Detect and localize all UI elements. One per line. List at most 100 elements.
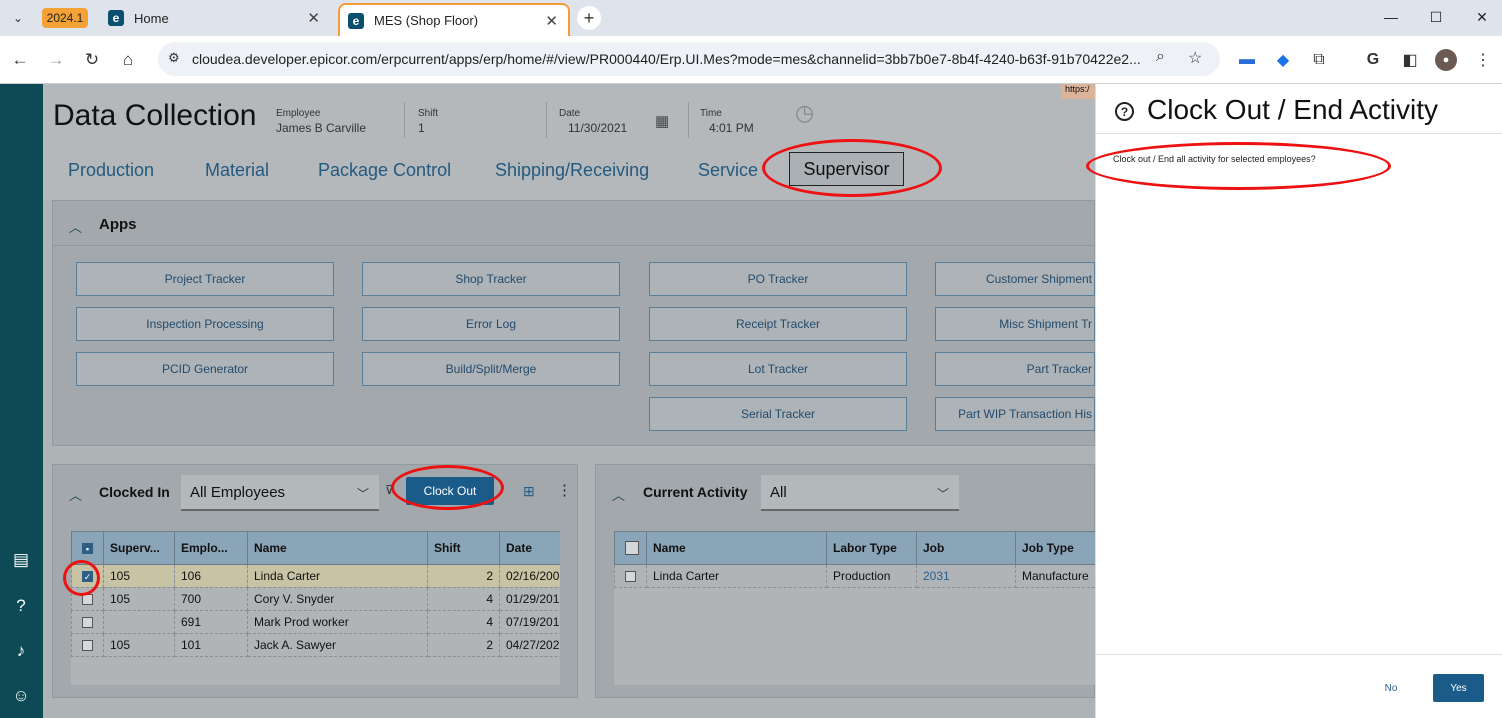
- name-cell[interactable]: Linda Carter: [247, 564, 428, 588]
- table-row[interactable]: 691 Mark Prod worker 4 07/19/201: [71, 610, 560, 634]
- shop-tracker-button[interactable]: Shop Tracker: [362, 262, 620, 296]
- profile-avatar[interactable]: ●: [1435, 49, 1457, 71]
- select-all-checkbox[interactable]: ▪: [82, 543, 93, 555]
- chevron-up-icon[interactable]: ︿: [69, 217, 82, 236]
- row-checkbox[interactable]: [625, 571, 636, 583]
- employee-cell[interactable]: 101: [174, 633, 248, 657]
- extension-diamond-icon[interactable]: ◆: [1272, 49, 1294, 71]
- column-header[interactable]: Emplo...: [174, 531, 248, 565]
- back-icon[interactable]: ←: [8, 48, 32, 72]
- row-checkbox[interactable]: [82, 594, 93, 606]
- user-icon[interactable]: ☺: [9, 684, 33, 708]
- tab-service[interactable]: Service: [698, 160, 758, 181]
- employee-cell[interactable]: 106: [174, 564, 248, 588]
- extension-cloud-icon[interactable]: ▬: [1236, 49, 1258, 71]
- name-cell[interactable]: Mark Prod worker: [247, 610, 428, 634]
- bell-icon[interactable]: ♪: [9, 639, 33, 663]
- shift-cell[interactable]: 4: [427, 610, 500, 634]
- shift-cell[interactable]: 2: [427, 564, 500, 588]
- maximize-icon[interactable]: ☐: [1424, 6, 1448, 28]
- row-checkbox[interactable]: [82, 640, 93, 652]
- tab-material[interactable]: Material: [205, 160, 269, 181]
- lot-tracker-button[interactable]: Lot Tracker: [649, 352, 907, 386]
- window-close-icon[interactable]: ✕: [1470, 6, 1494, 28]
- help-icon[interactable]: ?: [1115, 102, 1134, 121]
- no-button[interactable]: No: [1376, 678, 1406, 698]
- zoom-icon[interactable]: ⌕: [1156, 48, 1165, 66]
- pcid-generator-button[interactable]: PCID Generator: [76, 352, 334, 386]
- column-header[interactable]: Superv...: [103, 531, 175, 565]
- table-row[interactable]: 105 101 Jack A. Sawyer 2 04/27/202: [71, 633, 560, 657]
- shift-cell[interactable]: 4: [427, 587, 500, 611]
- part-tracker-button[interactable]: Part Tracker: [935, 352, 1095, 386]
- customer-shipment-button[interactable]: Customer Shipment: [935, 262, 1095, 296]
- more-options-icon[interactable]: ⋮: [557, 481, 572, 499]
- job-type-cell[interactable]: Manufacture: [1015, 564, 1096, 588]
- calendar-icon[interactable]: ▦: [655, 112, 669, 130]
- clock-history-icon[interactable]: ◷: [795, 100, 814, 126]
- select-all-header[interactable]: [614, 531, 647, 565]
- part-wip-transaction-history-button[interactable]: Part WIP Transaction His: [935, 397, 1095, 431]
- serial-tracker-button[interactable]: Serial Tracker: [649, 397, 907, 431]
- name-cell[interactable]: Jack A. Sawyer: [247, 633, 428, 657]
- date-cell[interactable]: 04/27/202: [499, 633, 560, 657]
- chevron-up-icon[interactable]: ︿: [69, 485, 82, 504]
- tab-shipping-receiving[interactable]: Shipping/Receiving: [495, 160, 649, 181]
- browser-tab-home[interactable]: e Home ✕: [100, 4, 330, 32]
- column-header[interactable]: Shift: [427, 531, 500, 565]
- tab-production[interactable]: Production: [68, 160, 154, 181]
- date-cell[interactable]: 07/19/201: [499, 610, 560, 634]
- shift-cell[interactable]: 2: [427, 633, 500, 657]
- grid-settings-icon[interactable]: ⊞: [523, 483, 535, 500]
- employee-filter-select[interactable]: All Employees ﹀: [181, 475, 379, 511]
- labor-type-cell[interactable]: Production: [826, 564, 917, 588]
- date-cell[interactable]: 02/16/200: [499, 564, 560, 588]
- build-split-merge-button[interactable]: Build/Split/Merge: [362, 352, 620, 386]
- site-info-icon[interactable]: ⚙: [168, 50, 180, 66]
- close-icon[interactable]: ✕: [545, 12, 558, 30]
- name-cell[interactable]: Linda Carter: [646, 564, 827, 588]
- url-text[interactable]: cloudea.developer.epicor.com/erpcurrent/…: [192, 51, 1141, 67]
- employee-cell[interactable]: 700: [174, 587, 248, 611]
- supervisor-cell[interactable]: 105: [103, 633, 175, 657]
- column-header[interactable]: Name: [247, 531, 428, 565]
- employee-cell[interactable]: 691: [174, 610, 248, 634]
- table-row[interactable]: ✓ 105 106 Linda Carter 2 02/16/200: [71, 564, 560, 588]
- column-header[interactable]: Labor Type: [826, 531, 917, 565]
- address-bar[interactable]: ⚙ cloudea.developer.epicor.com/erpcurren…: [158, 42, 1220, 76]
- extension-icon[interactable]: ⧉: [1308, 49, 1330, 71]
- activity-filter-select[interactable]: All ﹀: [761, 475, 959, 511]
- name-cell[interactable]: Cory V. Snyder: [247, 587, 428, 611]
- table-row[interactable]: Linda Carter Production 2031 Manufacture: [614, 564, 1096, 588]
- tab-package-control[interactable]: Package Control: [318, 160, 451, 181]
- forward-icon[interactable]: →: [44, 48, 68, 72]
- receipt-tracker-button[interactable]: Receipt Tracker: [649, 307, 907, 341]
- yes-button[interactable]: Yes: [1433, 674, 1484, 702]
- chevron-up-icon[interactable]: ︿: [612, 485, 625, 504]
- browser-tab-mes[interactable]: e MES (Shop Floor) ✕: [338, 3, 570, 36]
- column-header[interactable]: Name: [646, 531, 827, 565]
- column-header[interactable]: Job Type: [1015, 531, 1096, 565]
- job-link[interactable]: 2031: [916, 564, 1016, 588]
- supervisor-cell[interactable]: 105: [103, 587, 175, 611]
- sidebar-icon[interactable]: ◧: [1399, 49, 1421, 71]
- new-tab-icon[interactable]: +: [577, 6, 601, 30]
- help-icon[interactable]: ?: [9, 594, 33, 618]
- bookmark-star-icon[interactable]: ☆: [1188, 48, 1202, 68]
- table-row[interactable]: 105 700 Cory V. Snyder 4 01/29/201: [71, 587, 560, 611]
- supervisor-cell[interactable]: [103, 610, 175, 634]
- close-icon[interactable]: ✕: [307, 9, 320, 27]
- minimize-icon[interactable]: —: [1379, 6, 1403, 28]
- reload-icon[interactable]: ↻: [80, 48, 104, 72]
- home-icon[interactable]: ⌂: [116, 48, 140, 72]
- inspection-processing-button[interactable]: Inspection Processing: [76, 307, 334, 341]
- po-tracker-button[interactable]: PO Tracker: [649, 262, 907, 296]
- supervisor-cell[interactable]: 105: [103, 564, 175, 588]
- column-header[interactable]: Job: [916, 531, 1016, 565]
- google-icon[interactable]: G: [1362, 49, 1384, 71]
- misc-shipment-button[interactable]: Misc Shipment Tr: [935, 307, 1095, 341]
- menu-icon[interactable]: ⋮: [1472, 49, 1494, 71]
- select-all-checkbox[interactable]: [625, 541, 639, 556]
- chat-icon[interactable]: ▤: [9, 548, 33, 572]
- row-checkbox[interactable]: [82, 617, 93, 629]
